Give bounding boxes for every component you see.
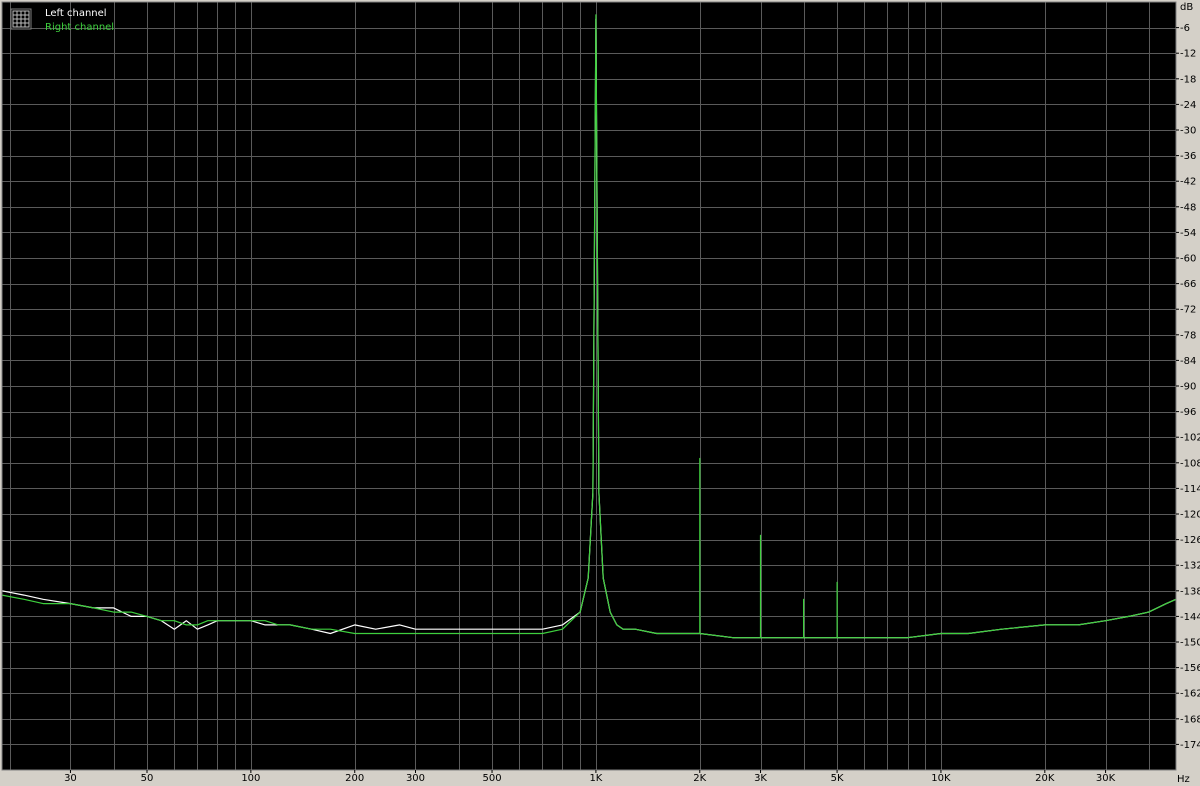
x-tick-label: 50 [141,773,154,784]
x-tick-label: 300 [406,773,425,784]
y-tick-label: -6 [1180,23,1190,34]
x-axis-ticks: 30 50 100 200 300 500 1K 2K 3K 5K 10K 20K 30K [64,770,1116,784]
y-tick-label: -72 [1180,305,1196,316]
legend-entry-left: Left channel [45,8,107,19]
y-tick-label: -108 [1180,458,1200,469]
x-tick-label: 500 [482,773,501,784]
y-tick-label: -90 [1180,382,1196,393]
y-tick-label: -120 [1180,510,1200,521]
y-tick-label: -144 [1180,612,1200,623]
y-tick-label: -162 [1180,689,1200,700]
legend-grid-icon[interactable] [10,8,32,30]
y-tick-label: -174 [1180,740,1200,751]
y-tick-label: -30 [1180,126,1196,137]
spectrum-chart: -6 -12 -18 -24 -30 -36 -42 -48 -54 -60 -66 -72 -78 -8… [1,1,1200,785]
y-tick-label: -18 [1180,74,1196,85]
x-tick-label: 30K [1096,773,1116,784]
x-tick-label: 10K [931,773,951,784]
y-tick-label: -60 [1180,254,1196,265]
y-tick-label: -138 [1180,586,1200,597]
x-tick-label: 5K [831,773,844,784]
y-tick-label: -36 [1180,151,1196,162]
y-tick-label: -24 [1180,100,1196,111]
y-tick-label: -126 [1180,535,1200,546]
y-tick-label: -84 [1180,356,1196,367]
x-tick-label: 3K [754,773,767,784]
y-tick-label: -96 [1180,407,1196,418]
y-tick-label: -132 [1180,561,1200,572]
x-axis-unit: Hz [1177,774,1190,785]
y-tick-label: -66 [1180,279,1196,290]
y-tick-label: -114 [1180,484,1200,495]
x-tick-label: 30 [64,773,77,784]
y-tick-label: -48 [1180,202,1196,213]
x-tick-label: 1K [589,773,602,784]
x-tick-label: 20K [1035,773,1055,784]
y-tick-label: -78 [1180,330,1196,341]
y-tick-label: -168 [1180,714,1200,725]
y-axis-unit: dB [1180,2,1193,13]
x-tick-label: 200 [345,773,364,784]
y-axis-ticks: -6 -12 -18 -24 -30 -36 -42 -48 -54 -60 -66 -72 -78 -8… [1176,23,1200,751]
y-tick-label: -156 [1180,663,1200,674]
y-tick-label: -12 [1180,49,1196,60]
legend-entry-right: Right channel [45,22,114,33]
y-tick-label: -54 [1180,228,1196,239]
y-tick-label: -150 [1180,638,1200,649]
x-tick-label: 100 [241,773,260,784]
x-tick-label: 2K [693,773,706,784]
y-tick-label: -102 [1180,433,1200,444]
y-tick-label: -42 [1180,177,1196,188]
